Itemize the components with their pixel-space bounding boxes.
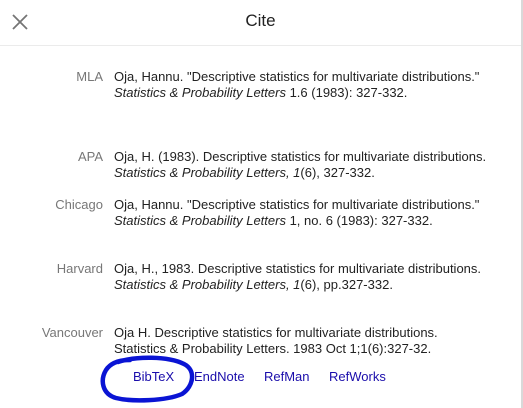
citation-row: MLA Oja, Hannu. "Descriptive statistics …	[0, 69, 521, 149]
citation-text[interactable]: Oja H. Descriptive statistics for multiv…	[114, 325, 490, 357]
citation-row: Vancouver Oja H. Descriptive statistics …	[0, 325, 521, 365]
bibtex-link[interactable]: BibTeX	[133, 369, 174, 385]
citation-fragment: Statistics & Probability Letters, 1	[114, 277, 301, 292]
citation-fragment: 1, no. 6 (1983): 327-332.	[285, 213, 433, 228]
citations-table: MLA Oja, Hannu. "Descriptive statistics …	[0, 69, 521, 365]
citation-fragment: Oja, H. (1983). Descriptive statistics f…	[114, 149, 487, 164]
citation-text[interactable]: Oja, H., 1983. Descriptive statistics fo…	[114, 261, 490, 293]
citation-row: APA Oja, H. (1983). Descriptive statisti…	[0, 149, 521, 197]
citation-style-label: Chicago	[55, 197, 103, 212]
citation-fragment: Statistics & Probability Letters	[114, 85, 286, 100]
dialog-title: Cite	[245, 11, 276, 30]
citation-text[interactable]: Oja, H. (1983). Descriptive statistics f…	[114, 149, 490, 181]
endnote-link[interactable]: EndNote	[194, 369, 245, 385]
citation-fragment: (6), 327-332.	[300, 165, 375, 180]
citation-text[interactable]: Oja, Hannu. "Descriptive statistics for …	[114, 197, 490, 229]
citation-fragment: Oja, Hannu. "Descriptive statistics for …	[114, 197, 480, 212]
cite-dialog: Cite MLA Oja, Hannu. "Descriptive statis…	[0, 0, 523, 408]
citation-fragment: 1.6 (1983): 327-332.	[285, 85, 408, 100]
citation-style-label: Vancouver	[41, 325, 103, 340]
citation-fragment: Oja, H., 1983. Descriptive statistics fo…	[114, 261, 482, 276]
citation-style-label: Harvard	[56, 261, 103, 276]
citation-style-label: MLA	[76, 69, 103, 84]
citation-fragment: (6), pp.327-332.	[300, 277, 393, 292]
dialog-header: Cite	[0, 0, 521, 46]
citation-fragment: Statistics & Probability Letters, 1	[114, 165, 301, 180]
citation-fragment: Oja, Hannu. "Descriptive statistics for …	[114, 69, 480, 84]
citation-text[interactable]: Oja, Hannu. "Descriptive statistics for …	[114, 69, 490, 101]
citation-row: Harvard Oja, H., 1983. Descriptive stati…	[0, 261, 521, 325]
refman-link[interactable]: RefMan	[264, 369, 310, 385]
citation-style-label: APA	[77, 149, 103, 164]
citation-fragment: Statistics & Probability Letters	[114, 213, 286, 228]
citation-fragment: Oja H. Descriptive statistics for multiv…	[114, 325, 438, 356]
refworks-link[interactable]: RefWorks	[329, 369, 386, 385]
citation-row: Chicago Oja, Hannu. "Descriptive statist…	[0, 197, 521, 261]
